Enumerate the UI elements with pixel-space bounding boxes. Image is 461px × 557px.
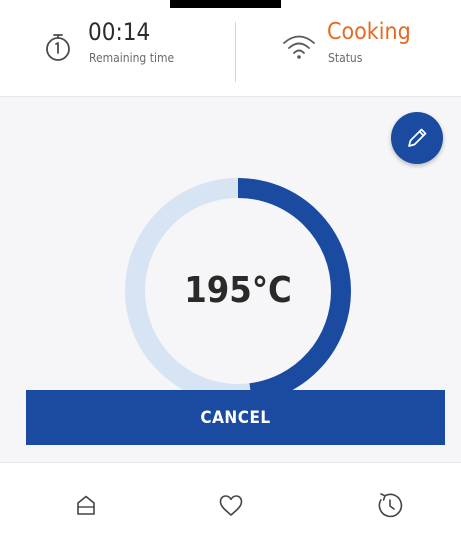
remaining-time-value: 00:14 bbox=[88, 18, 151, 46]
heart-icon bbox=[219, 495, 243, 516]
temperature-value: 195°C bbox=[184, 270, 292, 311]
remaining-time-label: Remaining time bbox=[89, 51, 175, 65]
status-header: 00:14 Remaining time Cooking Status bbox=[0, 8, 461, 97]
header-divider bbox=[235, 22, 236, 82]
nav-history[interactable] bbox=[370, 485, 410, 525]
top-notch bbox=[170, 0, 281, 8]
history-icon bbox=[378, 493, 403, 518]
pencil-icon bbox=[408, 128, 427, 147]
nav-home[interactable] bbox=[66, 485, 106, 525]
nav-favorites[interactable] bbox=[211, 485, 251, 525]
status-value: Cooking bbox=[327, 19, 411, 45]
home-icon bbox=[77, 495, 95, 515]
wifi-icon bbox=[283, 35, 315, 59]
status-label: Status bbox=[328, 51, 363, 65]
edit-button[interactable] bbox=[391, 112, 443, 164]
cancel-button[interactable]: CANCEL bbox=[26, 390, 445, 445]
bottom-nav bbox=[0, 462, 461, 557]
stopwatch-icon bbox=[46, 34, 70, 61]
